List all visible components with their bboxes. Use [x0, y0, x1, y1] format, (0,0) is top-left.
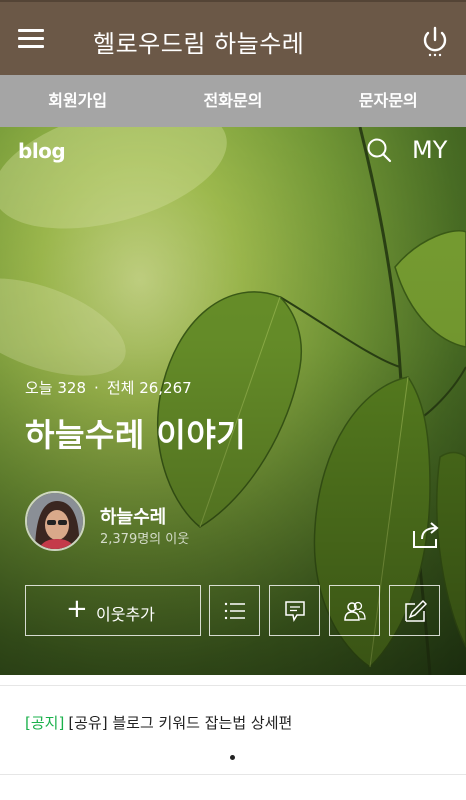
comment-button[interactable] — [269, 585, 320, 636]
neighbor-count: 2,379명의 이웃 — [100, 532, 190, 547]
total-label: 전체 — [106, 379, 135, 397]
tab-sms-inquiry[interactable]: 문자문의 — [311, 75, 466, 127]
write-icon — [405, 599, 427, 622]
write-button[interactable] — [389, 585, 440, 636]
visitor-stats: 오늘 328 · 전체 26,267 — [25, 379, 192, 397]
neighbors-icon — [344, 601, 366, 621]
add-neighbor-button[interactable]: + 이웃추가 — [25, 585, 201, 636]
notice-title: [공유] 블로그 키워드 잡는법 상세편 — [68, 714, 293, 732]
list-icon — [224, 602, 245, 620]
today-label: 오늘 — [25, 379, 53, 397]
author-name[interactable]: 하늘수레 — [100, 503, 166, 529]
today-count: 328 — [57, 379, 87, 397]
notice-banner[interactable]: [공지] [공유] 블로그 키워드 잡는법 상세편 — [0, 685, 466, 775]
total-count: 26,267 — [139, 379, 192, 397]
add-neighbor-label: 이웃추가 — [96, 605, 155, 624]
neighbors-button[interactable] — [329, 585, 380, 636]
notice-tag: [공지] — [25, 714, 65, 732]
blog-logo[interactable]: blog — [18, 139, 66, 163]
list-button[interactable] — [209, 585, 260, 636]
plus-icon: + — [66, 594, 88, 624]
app-title: 헬로우드림 하늘수레 — [93, 30, 305, 58]
app-bar: 헬로우드림 하늘수레 — [0, 0, 466, 75]
tab-signup[interactable]: 회원가입 — [0, 75, 155, 127]
my-link[interactable]: MY — [412, 136, 447, 164]
tab-phone-inquiry[interactable]: 전화문의 — [155, 75, 310, 127]
share-icon[interactable] — [410, 519, 442, 551]
blog-title: 하늘수레 이야기 — [25, 416, 247, 454]
power-icon[interactable] — [418, 24, 452, 58]
search-icon[interactable] — [366, 137, 392, 163]
blog-cover: blog MY 오늘 328 · 전체 26,267 하늘수레 이야기 하늘수레 2… — [0, 127, 466, 675]
menu-icon[interactable] — [18, 29, 44, 49]
comment-icon — [285, 601, 305, 623]
pager-dot — [230, 755, 235, 760]
notice-item[interactable]: [공지] [공유] 블로그 키워드 잡는법 상세편 — [25, 712, 292, 733]
avatar[interactable] — [25, 491, 85, 551]
tab-bar: 회원가입 전화문의 문자문의 — [0, 75, 466, 127]
